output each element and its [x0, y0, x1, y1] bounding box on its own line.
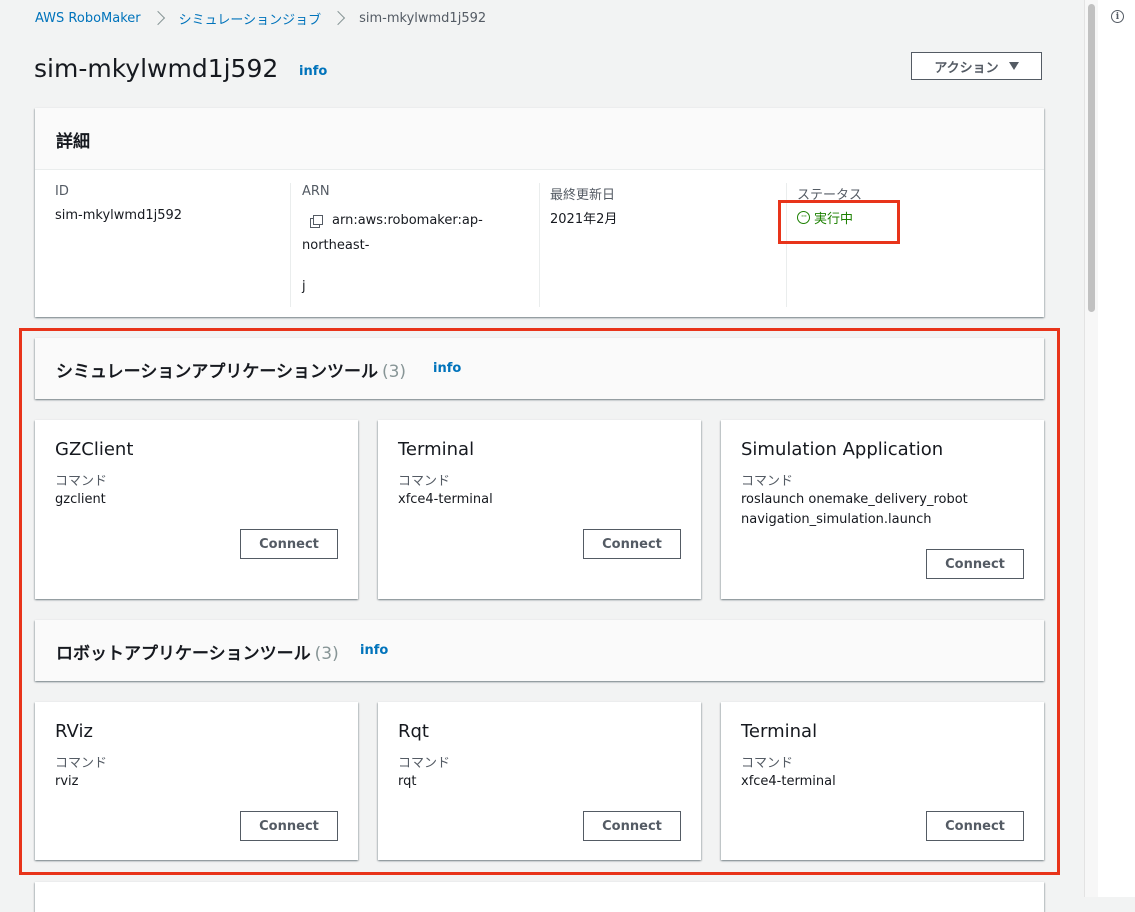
updated-value: 2021年2月 — [550, 212, 618, 227]
command-value: xfce4-terminal — [398, 492, 493, 507]
connect-button[interactable]: Connect — [240, 811, 338, 841]
command-label: コマンド — [55, 474, 108, 489]
command-value: xfce4-terminal — [741, 774, 836, 789]
page-title: sim-mkylwmd1j592 — [34, 54, 279, 83]
details-header: 詳細 — [35, 108, 1044, 170]
chevron-right-icon — [331, 10, 346, 26]
tool-name: Terminal — [398, 439, 475, 460]
tool-name: Terminal — [741, 721, 818, 742]
arn-value-line1: arn:aws:robomaker:ap- — [332, 213, 483, 228]
info-circle-icon[interactable]: i — [1111, 10, 1124, 23]
sim-tools-info-link[interactable]: info — [433, 361, 461, 376]
status-label: ステータス — [797, 188, 863, 203]
command-label: コマンド — [741, 474, 794, 489]
connect-button[interactable]: Connect — [926, 549, 1024, 579]
arn-value-line3: j — [302, 279, 306, 294]
tool-name: RViz — [55, 721, 93, 742]
breadcrumb-current: sim-mkylwmd1j592 — [359, 10, 487, 26]
breadcrumb-simulation-jobs-link[interactable]: シミュレーションジョブ — [179, 9, 321, 28]
caret-down-icon — [1008, 62, 1019, 70]
detail-col-id: ID sim-mkylwmd1j592 — [35, 169, 282, 317]
robot-tools-header: ロボットアプリケーションツール (3) info — [35, 620, 1044, 681]
robot-tools-info-link[interactable]: info — [360, 643, 388, 658]
updated-label: 最終更新日 — [550, 188, 616, 203]
id-value: sim-mkylwmd1j592 — [55, 208, 183, 223]
tool-card-rviz: RViz コマンド rviz Connect — [35, 702, 358, 860]
arn-value-line2: northeast- — [302, 238, 370, 253]
tool-card-simulation-application: Simulation Application コマンド roslaunch on… — [721, 420, 1044, 599]
command-value: rqt — [398, 774, 417, 789]
actions-label: アクション — [934, 60, 999, 76]
details-title: 詳細 — [56, 132, 90, 152]
status-value: 実行中 — [814, 212, 854, 227]
command-value: rviz — [55, 774, 79, 789]
chevron-right-icon — [150, 10, 165, 26]
column-divider — [786, 183, 787, 307]
command-label: コマンド — [741, 756, 794, 771]
next-card-partial — [35, 882, 1044, 912]
command-label: コマンド — [55, 756, 108, 771]
connect-button[interactable]: Connect — [240, 529, 338, 559]
id-label: ID — [55, 184, 69, 199]
command-line-1: roslaunch onemake_delivery_robot — [741, 492, 968, 507]
tool-card-terminal: Terminal コマンド xfce4-terminal Connect — [378, 420, 701, 599]
status-in-progress-icon: ··· — [797, 211, 810, 224]
detail-col-arn: ARN arn:aws:robomaker:ap- northeast- j — [290, 169, 537, 317]
robot-tools-title-text: ロボットアプリケーションツール — [56, 644, 311, 664]
breadcrumb: AWS RoboMaker シミュレーションジョブ sim-mkylwmd1j5… — [35, 8, 486, 28]
command-line-2: navigation_simulation.launch — [741, 512, 932, 527]
sim-tools-count: (3) — [381, 362, 407, 382]
connect-button[interactable]: Connect — [583, 529, 681, 559]
title-info-link[interactable]: info — [299, 64, 327, 79]
breadcrumb-robomaker-link[interactable]: AWS RoboMaker — [35, 11, 141, 26]
scrollbar-thumb[interactable] — [1088, 4, 1095, 312]
column-divider — [290, 183, 291, 307]
command-value: roslaunch onemake_delivery_robot navigat… — [741, 490, 968, 530]
details-card: 詳細 ID sim-mkylwmd1j592 ARN arn:aws:robom… — [35, 108, 1044, 317]
page-scrollbar[interactable] — [1084, 0, 1099, 897]
tool-name: GZClient — [55, 439, 134, 460]
robot-tools-title: ロボットアプリケーションツール (3) — [56, 639, 339, 664]
connect-button[interactable]: Connect — [583, 811, 681, 841]
tool-card-terminal-robot: Terminal コマンド xfce4-terminal Connect — [721, 702, 1044, 860]
tool-card-gzclient: GZClient コマンド gzclient Connect — [35, 420, 358, 599]
arn-label: ARN — [302, 184, 330, 199]
help-panel-rail: i — [1098, 0, 1135, 897]
robot-tools-count: (3) — [314, 644, 339, 664]
sim-tools-title-text: シミュレーションアプリケーションツール — [56, 362, 378, 382]
sim-tools-title: シミュレーションアプリケーションツール (3) — [56, 357, 406, 382]
connect-button[interactable]: Connect — [926, 811, 1024, 841]
command-value: gzclient — [55, 492, 106, 507]
actions-dropdown-button[interactable]: アクション — [911, 52, 1042, 80]
column-divider — [539, 183, 540, 307]
detail-col-status: ステータス ··· 実行中 — [786, 169, 1044, 317]
sim-tools-header: シミュレーションアプリケーションツール (3) info — [35, 338, 1044, 399]
tool-name: Simulation Application — [741, 439, 944, 460]
command-label: コマンド — [398, 756, 451, 771]
command-label: コマンド — [398, 474, 451, 489]
status-badge: ··· 実行中 — [797, 208, 853, 227]
detail-col-updated: 最終更新日 2021年2月 — [539, 169, 786, 317]
tool-name: Rqt — [398, 721, 429, 742]
copy-icon[interactable] — [310, 215, 323, 228]
tool-card-rqt: Rqt コマンド rqt Connect — [378, 702, 701, 860]
